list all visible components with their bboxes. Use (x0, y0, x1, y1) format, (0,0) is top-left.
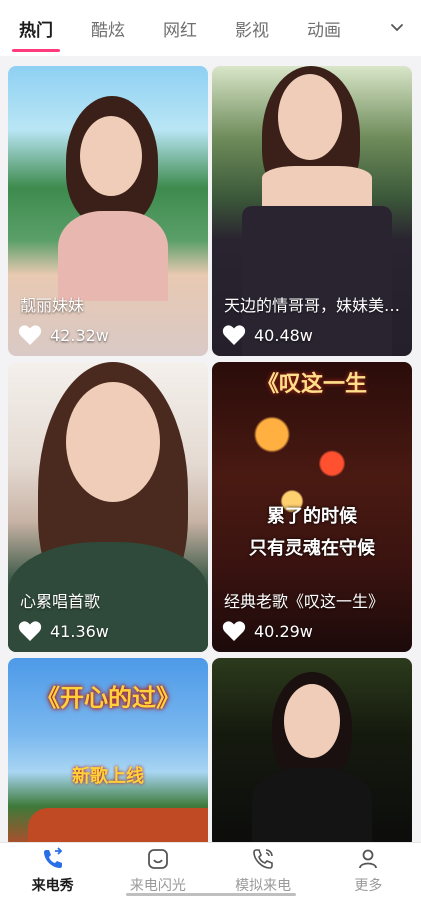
thumbnail-lyric-line: 只有灵魂在守候 (249, 538, 375, 559)
like-count: 41.36w (18, 620, 109, 642)
nav-label: 来电秀 (31, 878, 74, 894)
tab-label: 酷炫 (91, 20, 125, 41)
thumbnail-subtitle-text: 新歌上线 (72, 766, 144, 787)
tab-cool[interactable]: 酷炫 (72, 0, 144, 56)
video-card[interactable]: 靓丽妹妹 42.32w (8, 66, 208, 356)
nav-caller-show[interactable]: 来电秀 (0, 843, 105, 898)
nav-more[interactable]: 更多 (316, 843, 421, 898)
video-card[interactable]: 《叹这一生 累了的时候 只有灵魂在守候 经典老歌《叹这一生》 40.29w (212, 362, 412, 652)
tab-influencer[interactable]: 网红 (144, 0, 216, 56)
thumbnail-title-text: 《叹这一生 (256, 372, 367, 397)
category-tabs: 热门 酷炫 网红 影视 动画 (0, 0, 421, 56)
tab-film[interactable]: 影视 (216, 0, 288, 56)
like-count-text: 42.32w (50, 325, 109, 345)
tab-label: 网红 (163, 20, 197, 41)
thumbnail-lyric-line: 累了的时候 (267, 506, 357, 527)
phone-ringing-icon (251, 847, 275, 871)
video-card[interactable] (212, 658, 412, 842)
video-caption: 靓丽妹妹 (20, 296, 85, 315)
nav-label: 来电闪光 (129, 878, 186, 894)
like-count-text: 40.48w (254, 325, 313, 345)
video-caption: 天边的情哥哥，妹妹美… (224, 296, 401, 315)
tab-label: 动画 (307, 20, 341, 41)
nav-label: 模拟来电 (235, 878, 292, 894)
phone-swap-icon (41, 847, 65, 871)
video-card[interactable]: 心累唱首歌 41.36w (8, 362, 208, 652)
user-icon (356, 847, 380, 871)
video-caption: 经典老歌《叹这一生》 (224, 592, 385, 611)
nav-call-flash[interactable]: 来电闪光 (105, 843, 210, 898)
video-card[interactable]: 天边的情哥哥，妹妹美… 40.48w (212, 66, 412, 356)
nav-fake-call[interactable]: 模拟来电 (211, 843, 316, 898)
nav-label: 更多 (354, 878, 383, 894)
tab-label: 热门 (19, 20, 53, 41)
like-count: 42.32w (18, 324, 109, 346)
tab-label: 影视 (235, 20, 269, 41)
thumbnail-image (212, 658, 412, 842)
like-count: 40.29w (222, 620, 313, 642)
video-caption: 心累唱首歌 (20, 592, 101, 611)
tab-animation[interactable]: 动画 (288, 0, 360, 56)
heart-icon (18, 621, 42, 641)
home-indicator[interactable] (126, 893, 296, 896)
tab-hot[interactable]: 热门 (0, 0, 72, 56)
video-grid: 靓丽妹妹 42.32w 天边的情哥哥，妹妹美… 40.48w 心累唱首歌 41.… (0, 56, 421, 842)
like-count-text: 40.29w (254, 621, 313, 641)
heart-icon (18, 325, 42, 345)
app-root: 热门 酷炫 网红 影视 动画 靓丽妹妹 42.32w 天边的情哥哥，妹妹美… 4… (0, 0, 421, 898)
chevron-down-icon (391, 24, 403, 32)
thumbnail-title-text: 《开心的过》 (36, 684, 180, 712)
flash-card-icon (146, 847, 170, 871)
bottom-navigation: 来电秀 来电闪光 模拟来电 更多 (0, 842, 421, 898)
like-count: 40.48w (222, 324, 313, 346)
heart-icon (222, 325, 246, 345)
more-tabs-button[interactable] (385, 16, 409, 40)
video-card[interactable]: 《开心的过》 新歌上线 (8, 658, 208, 842)
heart-icon (222, 621, 246, 641)
thumbnail-image (28, 808, 208, 842)
like-count-text: 41.36w (50, 621, 109, 641)
